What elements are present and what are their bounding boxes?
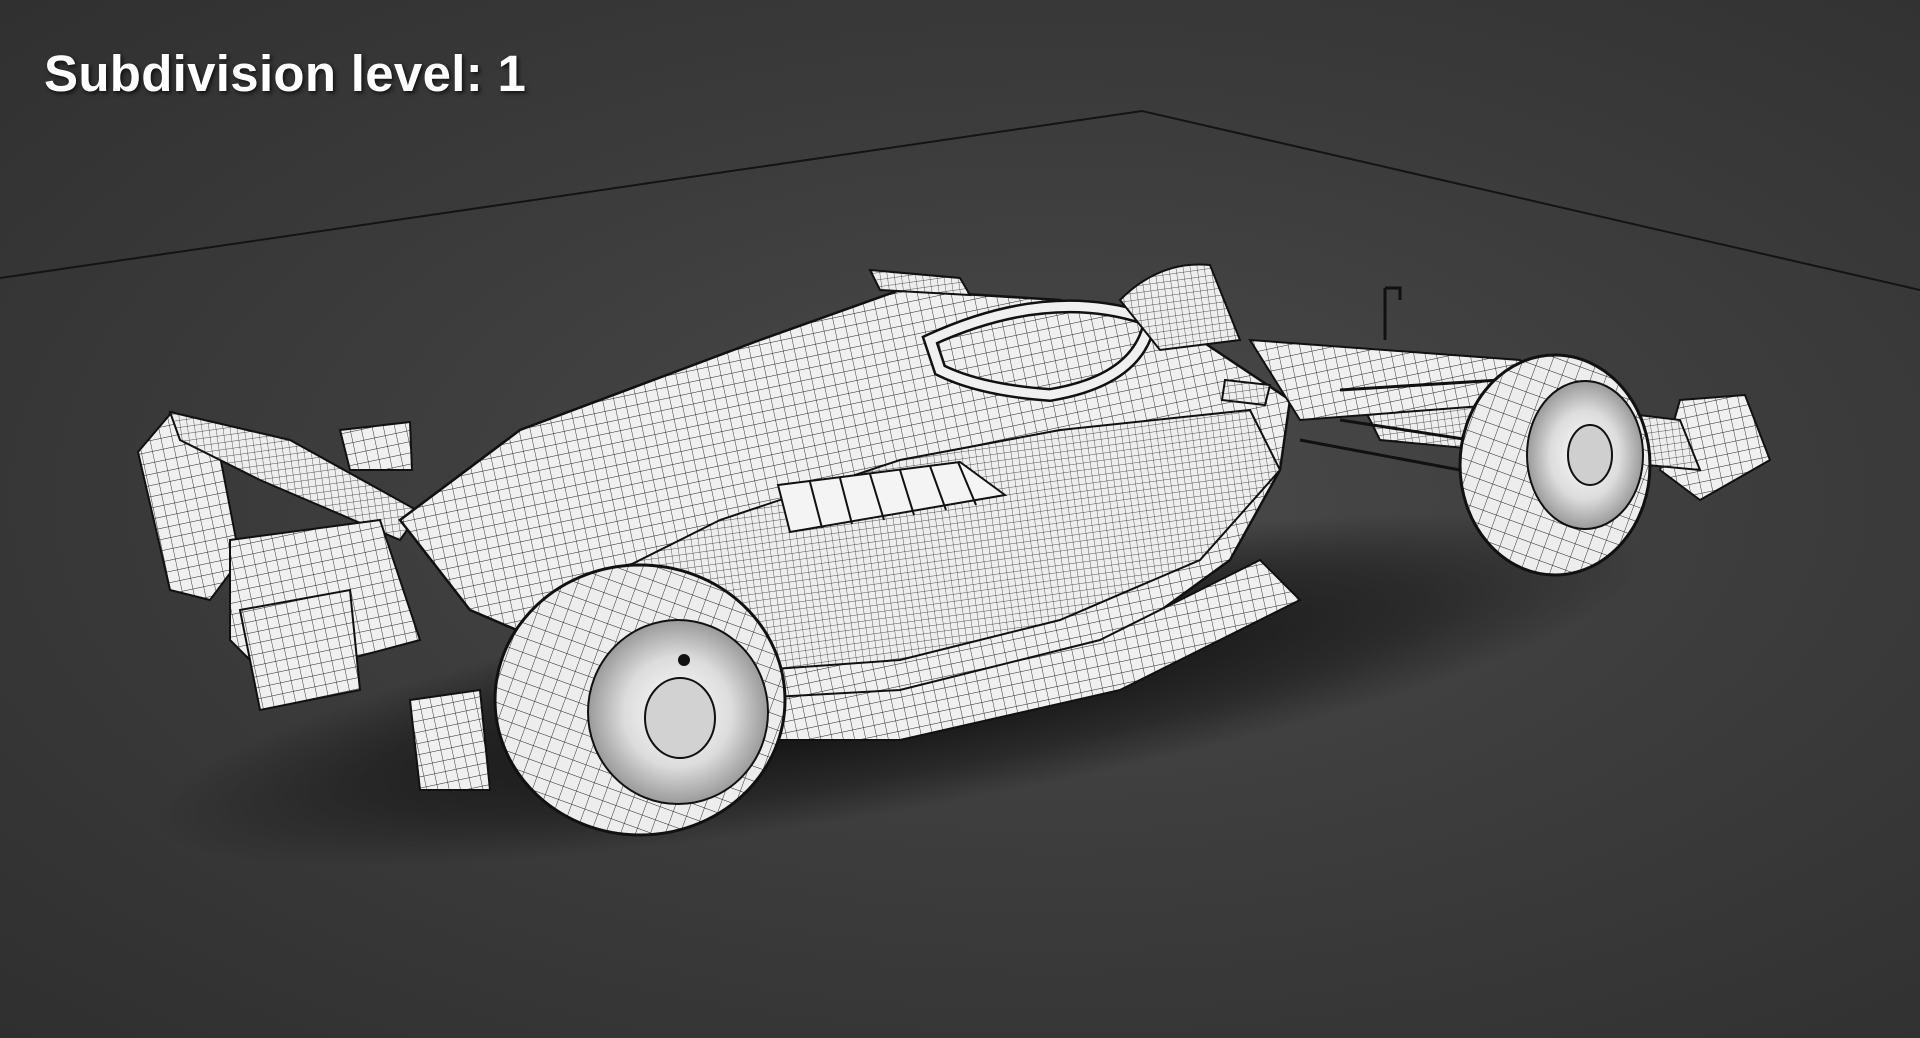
3d-viewport[interactable]: Subdivision level: 1 — [0, 0, 1920, 1038]
front-tire — [1458, 353, 1652, 577]
subdivision-level-label: Subdivision level: 1 — [44, 45, 527, 102]
rear-tire — [493, 563, 787, 837]
viewport-scene — [0, 110, 1920, 868]
ground-plane-edges — [0, 110, 1920, 291]
